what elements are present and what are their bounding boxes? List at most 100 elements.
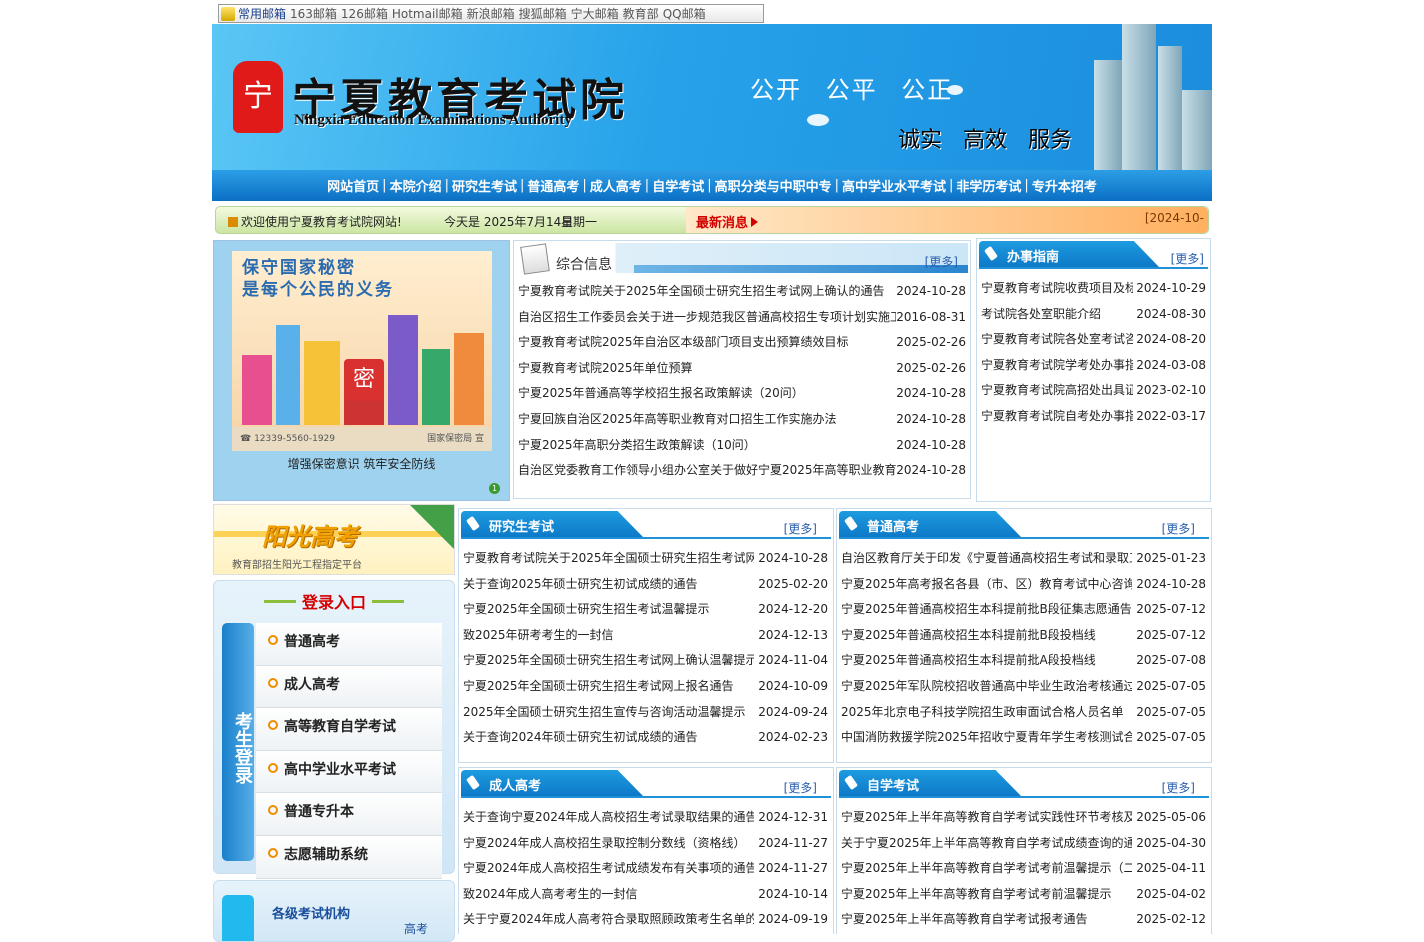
nav-item-non-degree[interactable]: 非学历考试 bbox=[956, 176, 1021, 195]
nav-item-vocational[interactable]: 高职分类与中职中专 bbox=[715, 176, 832, 195]
list-item[interactable]: 2025年北京电子科技学院招生政审面试合格人员名单 2025-07-05 bbox=[841, 700, 1206, 726]
list-item[interactable]: 宁夏教育考试院自考处办事指南 2022-03-17 bbox=[981, 404, 1206, 430]
list-item[interactable]: 宁夏教育考试院2025年自治区本级部门项目支出预算绩效目标 2025-02-26 bbox=[518, 330, 966, 356]
dove-icon bbox=[807, 114, 829, 126]
slogan-secondary: 诚实 高效 服务 bbox=[898, 128, 1072, 153]
nav-item-about[interactable]: 本院介绍 bbox=[390, 176, 442, 195]
list-item[interactable]: 宁夏教育考试院各处室考试咨询电话2024-08-20 bbox=[981, 327, 1206, 353]
more-link[interactable]: [更多] bbox=[784, 520, 817, 537]
list-item[interactable]: 宁夏2025年全国硕士研究生招生考试网上报名通告 2024-10-09 bbox=[463, 674, 828, 700]
mail-link[interactable]: 新浪邮箱 bbox=[467, 5, 515, 22]
list-item[interactable]: 关于查询2024年硕士研究生初试成绩的通告 2024-02-23 bbox=[463, 725, 828, 751]
list-item[interactable]: 宁夏教育考试院收费项目及标准 2024-10-29 bbox=[981, 276, 1206, 302]
list-item[interactable]: 宁夏2025年高考报名各县（市、区）教育考试中心咨询电话 2024-10-28 bbox=[841, 572, 1206, 598]
list-item[interactable]: 宁夏2025年普通高校招生本科提前批A段投档线 2025-07-08 bbox=[841, 648, 1206, 674]
sunshine-gaokao-banner[interactable]: 阳光高考 教育部招生阳光工程指定平台 bbox=[213, 504, 455, 575]
latest-news-label: 最新消息 bbox=[696, 212, 758, 231]
city-skyline-image bbox=[1082, 24, 1212, 170]
slogan-primary: 公开 公平 公正 bbox=[750, 76, 954, 104]
poster-seal: 密 bbox=[344, 359, 384, 401]
list-item[interactable]: 宁夏2025年上半年高等教育自学考试报考通告 2025-02-12 bbox=[841, 907, 1206, 933]
mail-link[interactable]: 搜狐邮箱 bbox=[519, 5, 567, 22]
list-item[interactable]: 考试院各处室职能介绍 2024-08-30 bbox=[981, 302, 1206, 328]
mail-link[interactable]: 宁大邮箱 bbox=[571, 5, 619, 22]
list-item[interactable]: 关于宁夏2025年上半年高等教育自学考试成绩查询的通告 2025-04-30 bbox=[841, 831, 1206, 857]
list-item[interactable]: 宁夏2024年成人高校招生录取控制分数线（资格线） 2024-11-27 bbox=[463, 831, 828, 857]
list-item[interactable]: 宁夏教育考试院关于2025年全国硕士研究生招生考试网上确认的通告2024-10-… bbox=[463, 546, 828, 572]
list-item[interactable]: 宁夏2024年成人高校招生考试成绩发布有关事项的通告 2024-11-27 bbox=[463, 856, 828, 882]
welcome-text: 欢迎使用宁夏教育考试院网站! bbox=[241, 215, 402, 229]
list-item[interactable]: 宁夏教育考试院高招处出具证明办事指南2023-02-10 bbox=[981, 378, 1206, 404]
mail-link[interactable]: Hotmail邮箱 bbox=[392, 5, 463, 22]
latest-news-ticker: 最新消息 [2024-10- bbox=[686, 207, 1208, 233]
nav-item-upgrade[interactable]: 专升本招考 bbox=[1032, 176, 1097, 195]
list-item[interactable]: 关于查询2025年硕士研究生初试成绩的通告 2025-02-20 bbox=[463, 572, 828, 598]
list-item[interactable]: 自治区招生工作委员会关于进一步规范我区普通高校招生专项计划实施工作的通知2016… bbox=[518, 305, 966, 331]
tag-icon bbox=[465, 774, 481, 791]
list-item[interactable]: 宁夏2025年上半年高等教育自学考试考前温馨提示（二） 2025-04-11 bbox=[841, 856, 1206, 882]
list-item[interactable]: 致2025年研考考生的一封信 2024-12-13 bbox=[463, 623, 828, 649]
photo-slideshow[interactable]: 保守国家秘密 是每个公民的义务 密 ☎ 12339-5560-1929 国家保密局 … bbox=[213, 240, 510, 501]
login-link-selfstudy[interactable]: 高等教育自学考试 bbox=[256, 708, 442, 751]
list-item[interactable]: 致2024年成人高考考生的一封信 2024-10-14 bbox=[463, 882, 828, 908]
general-info-list: 宁夏教育考试院关于2025年全国硕士研究生招生考试网上确认的通告 2024-10-… bbox=[518, 279, 966, 484]
list-item[interactable]: 宁夏教育考试院关于2025年全国硕士研究生招生考试网上确认的通告2024-10-… bbox=[518, 279, 966, 305]
nav-item-academic-level[interactable]: 高中学业水平考试 bbox=[842, 176, 946, 195]
tag-icon bbox=[843, 774, 859, 791]
list-item[interactable]: 宁夏2025年全国硕士研究生招生考试温馨提示 2024-12-20 bbox=[463, 597, 828, 623]
nav-item-graduate[interactable]: 研究生考试 bbox=[452, 176, 517, 195]
more-link[interactable]: [更多] bbox=[1171, 250, 1204, 267]
exam-institutions-link[interactable]: 高考 bbox=[404, 920, 428, 937]
login-link-upgrade[interactable]: 普通专升本 bbox=[256, 793, 442, 836]
general-info-header: 综合信息 bbox=[516, 243, 968, 275]
list-item[interactable]: 宁夏2025年上半年高等教育自学考试实践性环节考核及毕业论文答辩安排2025-0… bbox=[841, 805, 1206, 831]
news-ticker-item[interactable]: [2024-10- bbox=[1145, 211, 1204, 225]
login-link-volunteer[interactable]: 志愿辅助系统 bbox=[256, 835, 442, 879]
list-item[interactable]: 宁夏2025年军队院校招收普通高中毕业生政治考核通过人员名单2025-07-05 bbox=[841, 674, 1206, 700]
list-item[interactable]: 宁夏教育考试院2025年单位预算 2025-02-26 bbox=[518, 356, 966, 382]
slide-indicator[interactable]: 1 bbox=[489, 483, 500, 494]
more-link[interactable]: [更多] bbox=[1162, 520, 1195, 537]
panel-general-info: 综合信息 [更多] 宁夏教育考试院关于2025年全国硕士研究生招生考试网上确认的… bbox=[513, 240, 971, 499]
list-item[interactable]: 宁夏2025年上半年高等教育自学考试考前温馨提示 2025-04-02 bbox=[841, 882, 1206, 908]
login-link-academic-level[interactable]: 高中学业水平考试 bbox=[256, 750, 442, 794]
list-item[interactable]: 2025年全国硕士研究生招生宣传与咨询活动温馨提示 2024-09-24 bbox=[463, 700, 828, 726]
mail-link[interactable]: 教育部 bbox=[623, 5, 659, 22]
more-link[interactable]: [更多] bbox=[925, 253, 958, 270]
today-date: 2025年7月14日 bbox=[483, 215, 574, 229]
list-item[interactable]: 中国消防救援学院2025年招收宁夏青年学生考核测试合格名单2025-07-05 bbox=[841, 725, 1206, 751]
list-item[interactable]: 宁夏2025年高职分类招生政策解读（10问） 2024-10-28 bbox=[518, 433, 966, 459]
photo-caption[interactable]: 增强保密意识 筑牢安全防线 bbox=[214, 455, 509, 472]
login-link-adult[interactable]: 成人高考 bbox=[256, 665, 442, 709]
bullet-icon bbox=[268, 847, 278, 858]
nav-item-adult[interactable]: 成人高考 bbox=[590, 176, 642, 195]
login-link-gaokao[interactable]: 普通高考 bbox=[256, 623, 442, 666]
mail-link[interactable]: QQ邮箱 bbox=[663, 5, 706, 22]
bullet-icon bbox=[268, 635, 278, 645]
panel-service-guide: 办事指南 [更多] 宁夏教育考试院收费项目及标准 2024-10-29 考试院各处… bbox=[976, 238, 1211, 502]
list-item[interactable]: 宁夏回族自治区2025年高等职业教育对口招生工作实施办法 2024-10-28 bbox=[518, 407, 966, 433]
list-item[interactable]: 宁夏2025年普通高校招生本科提前批B段征集志愿通告 2025-07-12 bbox=[841, 597, 1206, 623]
login-entry-box: 登录入口 考生登录 普通高考 成人高考 高等教育自学考试 高中学业水平考试 普通… bbox=[213, 580, 455, 879]
more-link[interactable]: [更多] bbox=[1162, 779, 1195, 796]
mail-link[interactable]: 126邮箱 bbox=[341, 5, 388, 22]
bullet-icon bbox=[268, 762, 278, 773]
list-item[interactable]: 宁夏2025年普通高校招生本科提前批B段投档线 2025-07-12 bbox=[841, 623, 1206, 649]
list-item[interactable]: 宁夏教育考试院学考处办事指南 2024-03-08 bbox=[981, 353, 1206, 379]
nav-item-selfstudy[interactable]: 自学考试 bbox=[652, 176, 704, 195]
panel-title: 自学考试 bbox=[867, 779, 920, 794]
today-weekday: 星期一 bbox=[561, 215, 598, 229]
exam-institutions-title: 各级考试机构 bbox=[272, 907, 351, 922]
nav-item-home[interactable]: 网站首页 bbox=[327, 176, 379, 195]
selfstudy-exam-list: 宁夏2025年上半年高等教育自学考试实践性环节考核及毕业论文答辩安排2025-0… bbox=[841, 805, 1206, 933]
panel-title: 成人高考 bbox=[489, 779, 542, 794]
list-item[interactable]: 自治区党委教育工作领导小组办公室关于做好宁夏2025年高等职业教育分类招生工作的… bbox=[518, 458, 966, 484]
mail-link[interactable]: 163邮箱 bbox=[290, 5, 337, 22]
list-item[interactable]: 关于查询宁夏2024年成人高校招生考试录取结果的通告 2024-12-31 bbox=[463, 805, 828, 831]
nav-item-gaokao[interactable]: 普通高考 bbox=[527, 176, 579, 195]
list-item[interactable]: 关于宁夏2024年成人高考符合录取照顾政策考生名单的公示 2024-09-19 bbox=[463, 907, 828, 933]
list-item[interactable]: 宁夏2025年普通高等学校招生报名政策解读（20问） 2024-10-28 bbox=[518, 381, 966, 407]
more-link[interactable]: [更多] bbox=[784, 779, 817, 796]
list-item[interactable]: 自治区教育厅关于印发《宁夏普通高校招生考试和录取工作管理规定》的通知2025-0… bbox=[841, 546, 1206, 572]
list-item[interactable]: 宁夏2025年全国硕士研究生招生考试网上确认温馨提示 2024-11-04 bbox=[463, 648, 828, 674]
